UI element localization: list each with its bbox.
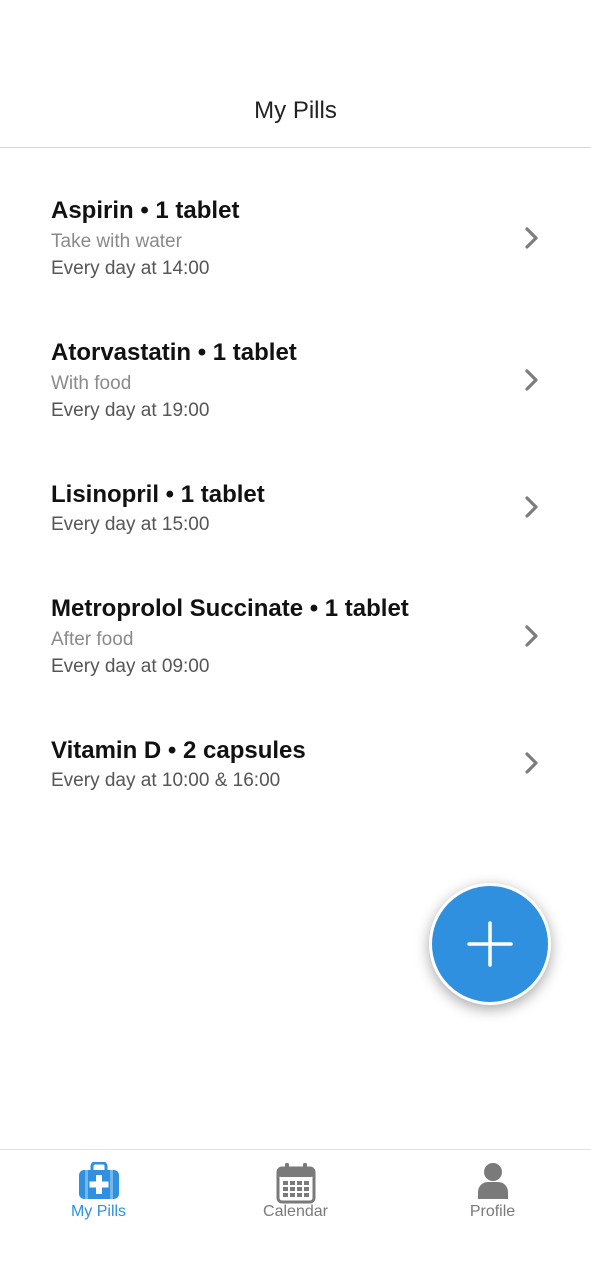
pill-schedule: Every day at 19:00 — [51, 400, 210, 421]
medical-kit-icon — [78, 1162, 119, 1199]
pill-note: Take with water — [51, 231, 182, 252]
chevron-right-icon — [525, 369, 538, 391]
add-pill-button[interactable] — [429, 883, 551, 1005]
pill-row-atorvastatin[interactable]: Atorvastatin • 1 tablet With food Every … — [0, 291, 591, 433]
pill-row-vitamin-d[interactable]: Vitamin D • 2 capsules Every day at 10:0… — [0, 689, 591, 803]
navigation-header: My Pills — [0, 0, 591, 148]
pill-schedule: Every day at 10:00 & 16:00 — [51, 770, 281, 791]
pill-heading: Lisinopril • 1 tablet — [51, 481, 265, 508]
tab-label: Profile — [469, 1203, 516, 1220]
chevron-right-icon — [525, 752, 538, 774]
plus-icon — [467, 921, 513, 967]
pill-schedule: Every day at 09:00 — [51, 656, 210, 677]
pill-note: After food — [51, 629, 134, 650]
chevron-right-icon — [525, 496, 538, 518]
bottom-tab-bar: My Pills Calendar Profile — [0, 1149, 591, 1280]
pill-heading: Metroprolol Succinate • 1 tablet — [51, 595, 409, 622]
pill-row-lisinopril[interactable]: Lisinopril • 1 tablet Every day at 15:00 — [0, 433, 591, 547]
tab-calendar[interactable]: Calendar — [197, 1150, 394, 1250]
pill-heading: Vitamin D • 2 capsules — [51, 737, 306, 764]
tab-label: Calendar — [263, 1203, 328, 1220]
page-title: My Pills — [254, 97, 337, 124]
pill-note: With food — [51, 373, 132, 394]
tab-profile[interactable]: Profile — [394, 1150, 591, 1250]
app-screen: My Pills Aspirin • 1 tablet Take with wa… — [0, 0, 591, 1280]
pill-schedule: Every day at 14:00 — [51, 258, 210, 279]
chevron-right-icon — [525, 625, 538, 647]
pill-row-metroprolol-succinate[interactable]: Metroprolol Succinate • 1 tablet After f… — [0, 547, 591, 689]
tab-label: My Pills — [70, 1203, 127, 1220]
pill-schedule: Every day at 15:00 — [51, 514, 210, 535]
chevron-right-icon — [525, 227, 538, 249]
calendar-icon — [276, 1163, 315, 1204]
pill-heading: Atorvastatin • 1 tablet — [51, 339, 297, 366]
pill-row-aspirin[interactable]: Aspirin • 1 tablet Take with water Every… — [0, 149, 591, 291]
tab-my-pills[interactable]: My Pills — [0, 1150, 197, 1250]
pill-heading: Aspirin • 1 tablet — [51, 197, 240, 224]
person-icon — [477, 1163, 508, 1199]
